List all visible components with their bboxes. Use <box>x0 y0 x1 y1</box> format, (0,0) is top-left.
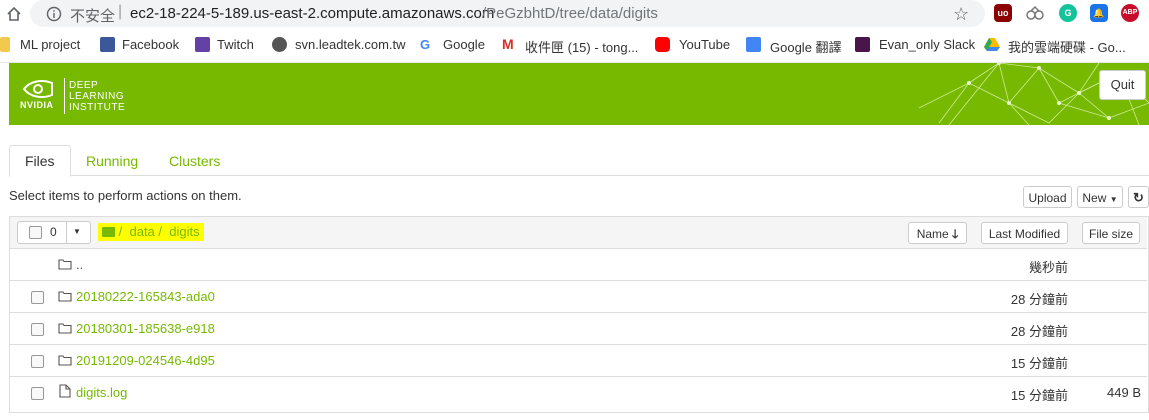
new-label: New <box>1082 191 1107 205</box>
item-modified: 28 分鐘前 <box>1010 292 1068 307</box>
select-message: Select items to perform actions on them. <box>9 188 242 203</box>
select-divider <box>66 221 67 244</box>
bookmark-twitch[interactable]: Twitch <box>217 37 254 52</box>
bookmark-gmail[interactable]: 收件匣 (15) - tong... <box>525 37 638 56</box>
sort-size-button[interactable]: File size <box>1082 222 1140 244</box>
breadcrumb-separator: / <box>158 224 163 239</box>
gmail-icon: M <box>502 37 517 52</box>
insecure-label: 不安全 <box>70 8 116 25</box>
item-name[interactable]: digits.log <box>76 385 127 400</box>
bookmark-star-icon[interactable]: ☆ <box>953 4 969 25</box>
brand-line-2: LEARNING <box>69 91 125 102</box>
breadcrumb-digits[interactable]: digits <box>169 224 199 239</box>
item-modified: 28 分鐘前 <box>1010 324 1068 339</box>
row-divider <box>10 344 1147 345</box>
refresh-button[interactable]: ↻ <box>1128 186 1149 208</box>
bookmark-drive[interactable]: 我的雲端硬碟 - Go... <box>1008 37 1126 56</box>
site-header <box>9 63 1149 125</box>
nvidia-eye-logo-icon <box>22 80 53 98</box>
item-checkbox[interactable] <box>31 387 44 400</box>
item-name[interactable]: 20180301-185638-e918 <box>76 321 215 336</box>
select-all-checkbox[interactable] <box>29 226 42 239</box>
grammarly-icon[interactable]: G <box>1059 4 1077 22</box>
google-icon: G <box>420 37 435 52</box>
list-item[interactable] <box>10 249 1147 280</box>
info-icon[interactable] <box>46 6 62 22</box>
bookmark-svn[interactable]: svn.leadtek.com.tw <box>295 37 406 52</box>
tab-files[interactable]: Files <box>9 145 71 177</box>
row-divider <box>10 376 1147 377</box>
brand-line-1: DEEP <box>69 80 99 91</box>
breadcrumb: / data / digits <box>98 223 204 241</box>
row-divider <box>10 280 1147 281</box>
upload-button[interactable]: Upload <box>1023 186 1072 208</box>
selected-count: 0 <box>50 225 57 239</box>
item-modified: 15 分鐘前 <box>1010 388 1068 403</box>
slack-icon <box>855 37 870 52</box>
sort-modified-button[interactable]: Last Modified <box>981 222 1068 244</box>
caret-down-icon: ▼ <box>1109 195 1118 204</box>
item-checkbox[interactable] <box>31 323 44 336</box>
url-path[interactable]: /PeGzbhtD/tree/data/digits <box>482 5 658 22</box>
sort-name-button[interactable]: Name 🡓 <box>908 222 967 244</box>
item-size: 449 B <box>1107 385 1141 400</box>
item-checkbox[interactable] <box>31 291 44 304</box>
notification-icon[interactable]: 🔔 <box>1090 4 1108 22</box>
row-divider <box>10 312 1147 313</box>
globe-icon <box>272 37 287 52</box>
translate-icon <box>746 37 761 52</box>
folder-icon <box>0 37 10 52</box>
tab-running[interactable]: Running <box>71 146 153 176</box>
tab-clusters[interactable]: Clusters <box>154 146 235 176</box>
folder-icon <box>58 259 72 270</box>
facebook-icon <box>100 37 115 52</box>
youtube-icon <box>655 37 670 52</box>
item-modified: 15 分鐘前 <box>1010 356 1068 371</box>
home-icon[interactable] <box>6 6 22 22</box>
new-button[interactable]: New ▼ <box>1077 186 1123 208</box>
bookmark-slack[interactable]: Evan_only Slack <box>879 37 975 52</box>
brand-line-3: INSTITUTE <box>69 102 126 113</box>
breadcrumb-separator: / <box>118 224 123 239</box>
quit-button[interactable]: Quit <box>1099 70 1146 100</box>
dli-brand-text: DEEP LEARNING INSTITUTE <box>69 80 125 113</box>
bookmark-google[interactable]: Google <box>443 37 485 52</box>
url-host[interactable]: ec2-18-224-5-189.us-east-2.compute.amazo… <box>130 5 494 22</box>
logo-divider <box>64 78 65 114</box>
refresh-icon: ↻ <box>1133 190 1144 205</box>
folder-icon <box>58 355 72 366</box>
bookmark-youtube[interactable]: YouTube <box>679 37 730 52</box>
twitch-icon <box>195 37 210 52</box>
url-separator: | <box>118 3 123 20</box>
abp-icon[interactable]: ABP <box>1121 4 1139 22</box>
nvidia-wordmark: NVIDIA <box>20 100 54 110</box>
bookmark-ml-project[interactable]: ML project <box>20 37 80 52</box>
item-checkbox[interactable] <box>31 355 44 368</box>
extension-icon[interactable] <box>1025 4 1045 22</box>
folder-icon <box>58 291 72 302</box>
ublock-icon[interactable]: uo <box>994 4 1012 22</box>
item-name[interactable]: 20191209-024546-4d95 <box>76 353 215 368</box>
arrow-down-icon: 🡓 <box>952 227 959 241</box>
item-modified: 幾秒前 <box>1028 260 1068 275</box>
breadcrumb-data[interactable]: data <box>129 224 154 239</box>
item-name[interactable]: .. <box>76 257 83 272</box>
folder-icon <box>58 323 72 334</box>
file-icon <box>59 384 71 398</box>
sort-name-label: Name <box>916 227 949 241</box>
bookmark-facebook[interactable]: Facebook <box>122 37 179 52</box>
bookmark-translate[interactable]: Google 翻譯 <box>770 37 842 56</box>
breadcrumb-home-folder-icon[interactable] <box>102 227 115 237</box>
select-dropdown-icon[interactable]: ▼ <box>73 227 81 236</box>
item-name[interactable]: 20180222-165843-ada0 <box>76 289 215 304</box>
drive-icon <box>984 38 1000 51</box>
